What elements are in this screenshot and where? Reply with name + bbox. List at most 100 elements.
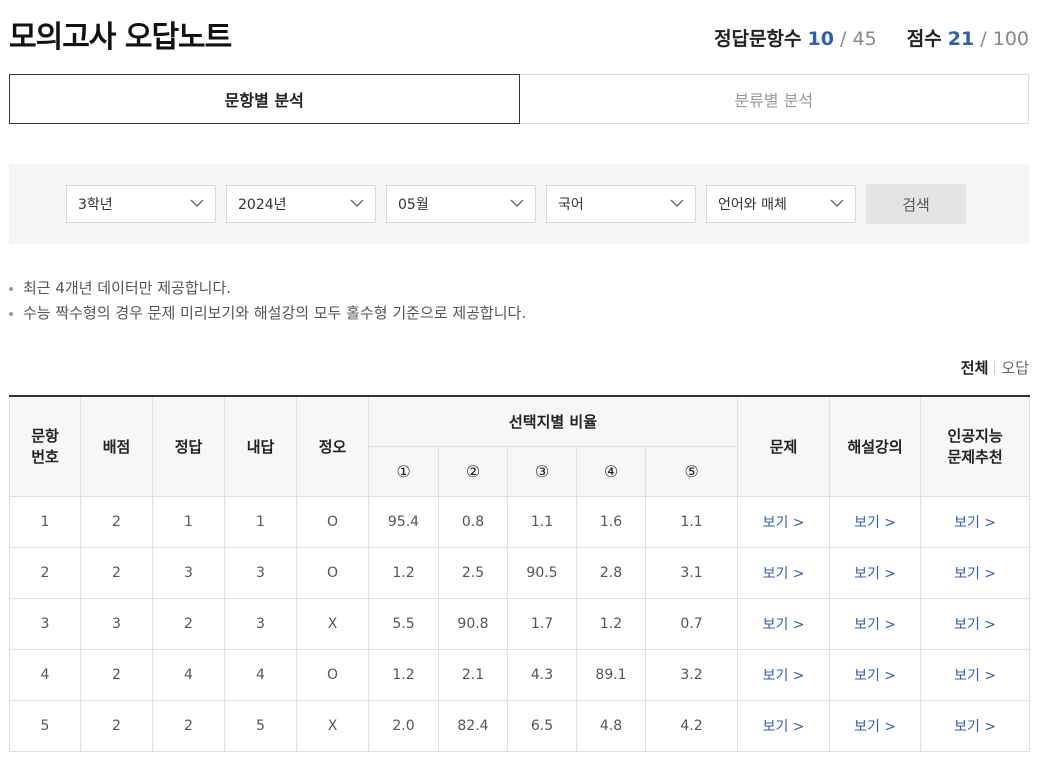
answer-cell: 2 — [152, 699, 225, 752]
tab-category-analysis[interactable]: 분류별 분석 — [519, 74, 1029, 124]
lecture-view-cell: 보기 > — [829, 495, 922, 548]
choice-ratio-cell: 4.3 — [507, 648, 577, 701]
result-cell: O — [296, 546, 369, 599]
lecture-view-link[interactable]: 보기 > — [854, 566, 896, 582]
problem-view-link[interactable]: 보기 > — [763, 515, 805, 531]
correct-count: 10 — [807, 28, 834, 50]
header-my-answer: 내답 — [224, 395, 297, 497]
choice-ratio-cell: 5.5 — [368, 597, 439, 650]
view-wrong-link[interactable]: 오답 — [1001, 359, 1029, 377]
tab-item-analysis[interactable]: 문항별 분석 — [9, 74, 520, 124]
lecture-view-link[interactable]: 보기 > — [854, 515, 896, 531]
subject-select[interactable]: 국어 — [546, 185, 696, 223]
chevron-down-icon — [830, 199, 844, 207]
my-answer-cell: 3 — [224, 597, 297, 650]
notice-item: 수능 짝수형의 경우 문제 미리보기와 해설강의 모두 홀수형 기준으로 제공합… — [9, 301, 526, 326]
problem-view-link[interactable]: 보기 > — [763, 719, 805, 735]
choice-ratio-cell: 4.8 — [576, 699, 646, 752]
problem-view-cell: 보기 > — [737, 699, 831, 752]
choice-ratio-cell: 95.4 — [368, 495, 439, 548]
choice-ratio-cell: 1.2 — [368, 546, 439, 599]
choice-ratio-cell: 1.6 — [576, 495, 646, 548]
elective-select-value: 언어와 매체 — [718, 197, 787, 213]
choice-ratio-cell: 2.8 — [576, 546, 646, 599]
ai-recommend-link[interactable]: 보기 > — [954, 668, 996, 684]
points-cell: 2 — [80, 648, 153, 701]
year-select[interactable]: 2024년 — [226, 185, 376, 223]
number-cell: 1 — [9, 495, 81, 548]
number-cell: 3 — [9, 597, 81, 650]
elective-select[interactable]: 언어와 매체 — [706, 185, 856, 223]
problem-view-cell: 보기 > — [737, 648, 831, 701]
lecture-view-link[interactable]: 보기 > — [854, 617, 896, 633]
ai-recommend-cell: 보기 > — [920, 546, 1031, 599]
score-label: 점수 — [906, 28, 942, 50]
grade-select-value: 3학년 — [78, 197, 113, 213]
answer-cell: 2 — [152, 597, 225, 650]
analysis-tabs: 문항별 분석 분류별 분석 — [9, 74, 1029, 124]
header-choice-1: ① — [368, 445, 439, 497]
view-filter: 전체 오답 — [961, 357, 1029, 378]
points-cell: 2 — [80, 699, 153, 752]
year-select-value: 2024년 — [238, 197, 287, 213]
result-cell: X — [296, 699, 369, 752]
month-select[interactable]: 05월 — [386, 185, 536, 223]
choice-ratio-cell: 2.1 — [438, 648, 508, 701]
lecture-view-cell: 보기 > — [829, 699, 922, 752]
score-value: 21 — [947, 28, 975, 50]
ai-recommend-link[interactable]: 보기 > — [954, 566, 996, 582]
header-choice-4: ④ — [576, 445, 646, 497]
separator: / — [980, 28, 987, 50]
number-cell: 4 — [9, 648, 81, 701]
choice-ratio-cell: 89.1 — [576, 648, 646, 701]
result-table: 문항 번호 배점 정답 내답 정오 선택지별 비율 문제 해설강의 인공지능 문… — [9, 395, 1031, 752]
table-row: 2 2 3 3 O 1.2 2.5 90.5 2.8 3.1 보기 > 보기 > 보기 > — [9, 546, 1031, 599]
choice-ratio-cell: 1.7 — [507, 597, 577, 650]
ai-recommend-cell: 보기 > — [920, 495, 1031, 548]
choice-ratio-cell: 1.1 — [507, 495, 577, 548]
choice-ratio-cell: 3.1 — [644, 546, 739, 599]
header-choice-2: ② — [438, 445, 508, 497]
result-cell: X — [296, 597, 369, 650]
chevron-down-icon — [190, 199, 204, 207]
ai-recommend-cell: 보기 > — [920, 699, 1031, 752]
search-button[interactable]: 검색 — [866, 184, 966, 224]
ai-recommend-link[interactable]: 보기 > — [954, 515, 996, 531]
answer-cell: 4 — [152, 648, 225, 701]
points-cell: 3 — [80, 597, 153, 650]
choice-ratio-cell: 0.7 — [644, 597, 739, 650]
page-title: 모의고사 오답노트 — [9, 20, 232, 55]
problem-view-cell: 보기 > — [737, 546, 831, 599]
points-cell: 2 — [80, 546, 153, 599]
subject-select-value: 국어 — [558, 197, 584, 213]
problem-view-link[interactable]: 보기 > — [763, 617, 805, 633]
ai-recommend-cell: 보기 > — [920, 648, 1031, 701]
chevron-down-icon — [510, 199, 524, 207]
ai-recommend-link[interactable]: 보기 > — [954, 617, 996, 633]
score-summary: 정답문항수 10 / 45 점수 21 / 100 — [714, 24, 1029, 51]
result-cell: O — [296, 495, 369, 548]
grade-select[interactable]: 3학년 — [66, 185, 216, 223]
lecture-view-link[interactable]: 보기 > — [854, 668, 896, 684]
month-select-value: 05월 — [398, 197, 429, 213]
choice-ratio-cell: 1.2 — [368, 648, 439, 701]
problem-view-link[interactable]: 보기 > — [763, 566, 805, 582]
problem-view-cell: 보기 > — [737, 597, 831, 650]
header-choice-ratio: 선택지별 비율 — [367, 395, 739, 447]
filter-panel: 3학년 2024년 05월 국어 언어와 매체 검색 — [9, 164, 1029, 244]
my-answer-cell: 3 — [224, 546, 297, 599]
choice-ratio-cell: 2.5 — [438, 546, 508, 599]
choice-ratio-cell: 6.5 — [507, 699, 577, 752]
answer-cell: 3 — [152, 546, 225, 599]
header-choice-5: ⑤ — [644, 445, 739, 497]
view-all-link[interactable]: 전체 — [961, 359, 989, 377]
table-row: 1 2 1 1 O 95.4 0.8 1.1 1.6 1.1 보기 > 보기 > 보기 > — [9, 495, 1031, 548]
table-row: 4 2 4 4 O 1.2 2.1 4.3 89.1 3.2 보기 > 보기 > 보기 > — [9, 648, 1031, 701]
ai-recommend-link[interactable]: 보기 > — [954, 719, 996, 735]
choice-ratio-cell: 82.4 — [438, 699, 508, 752]
notice-item: 최근 4개년 데이터만 제공합니다. — [9, 276, 526, 301]
lecture-view-link[interactable]: 보기 > — [854, 719, 896, 735]
number-cell: 2 — [9, 546, 81, 599]
ai-recommend-cell: 보기 > — [920, 597, 1031, 650]
problem-view-link[interactable]: 보기 > — [763, 668, 805, 684]
